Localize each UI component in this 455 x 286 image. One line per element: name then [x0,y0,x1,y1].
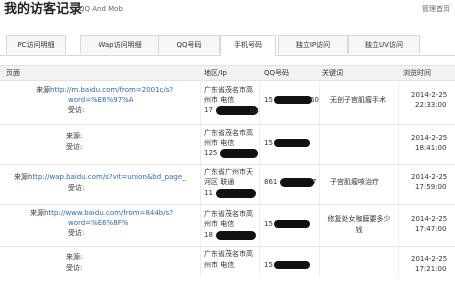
visit-label: 受访: [66,143,83,151]
region-line: 州市 电信 [204,220,235,228]
visit-label: 受访: [68,229,85,237]
page-header: 我的访客记录 QQ And Mob 管理首页 [0,0,455,26]
visit-label: 受访: [68,106,85,114]
qq-prefix: 15 [264,220,273,228]
ip-prefix: 18 [204,231,213,239]
table-row: 来源: 受访: 广东省茂名市高 州市 电信 125 15 2014-2-25 1… [0,124,455,165]
visit-time: 17:59:00 [415,183,447,191]
tab-phone-number[interactable]: 手机号码 [220,35,276,56]
tab-unique-ip[interactable]: 独立IP访问 [278,35,348,54]
ip-prefix: 17 [204,106,213,114]
keyword: 子宫肌瘤咳治疗 [330,178,379,186]
qq-prefix: 861 [264,178,278,186]
col-page: 页面 [6,69,20,77]
redaction-mark [274,261,310,269]
table-row: 来源: http://wap.baidu.com/s?vit=union&bd_… [0,164,455,205]
ip-prefix: 11 [204,189,213,197]
visit-time: 18:41:00 [415,144,447,152]
manage-home-link[interactable]: 管理首页 [422,4,450,14]
redaction-mark [274,220,310,228]
region-line: 州市 电信 [204,261,235,269]
qq-suffix: 60 [310,96,319,104]
table-row: 来源: http://www.baidu.com/from=844b/s? wo… [0,204,455,247]
source-label: 来源: [66,132,83,140]
keyword: 修复处女咖膜要多少钱 [327,215,391,234]
redaction-mark [280,178,314,187]
col-region: 地区/Ip [204,69,227,77]
tab-unique-uv[interactable]: 独立UV访问 [348,35,420,54]
col-time: 浏览时间 [403,69,431,77]
redaction-mark [216,231,256,240]
region-line: 河区 联通 [204,178,235,186]
table-row: 来源: http://m.baidu.com/from=2001c/s? wor… [0,80,455,125]
table-row: 来源: 受访: 广东省茂名市高 州市 电信 15 2014-2-25 17:21… [0,246,455,286]
visit-time: 17:21:00 [415,265,447,273]
qq-prefix: 15 [264,139,273,147]
visit-label: 受访: [66,264,83,272]
redaction-mark [216,189,256,198]
ip-suffix: 03 [250,107,259,115]
tab-bar: PC访问明细 Wap访问明细 QQ号码 手机号码 独立IP访问 独立UV访问 [0,35,455,56]
tab-pc-detail[interactable]: PC访问明细 [6,35,66,54]
page-title: 我的访客记录 [4,2,83,17]
tab-qq-number[interactable]: QQ号码 [158,35,220,54]
ip-prefix: 125 [204,149,218,157]
col-keyword: 关键词 [322,69,343,77]
visit-time: 22:33:00 [415,101,447,109]
redaction-mark [274,139,310,147]
tab-wap-detail[interactable]: Wap访问明细 [80,35,160,54]
col-qq: QQ号码 [264,69,290,77]
source-label: 来源: [66,253,83,261]
source-link[interactable]: http://wap.baidu.com/s?vit=union&bd_page… [28,172,186,183]
qq-prefix: 15 [264,96,273,104]
qq-suffix: 7 [312,178,317,186]
qq-prefix: 15 [264,261,273,269]
keyword: 无创子官肌瘤手术 [330,96,386,104]
table-header: 页面 地区/Ip QQ号码 关键词 浏览时间 [0,65,455,81]
page-subtitle: QQ And Mob [79,5,123,13]
visit-time: 17:47:00 [415,225,447,233]
redaction-mark [274,96,312,104]
visit-label: 受访: [68,184,85,192]
redaction-mark [220,149,258,158]
region-line: 广东省茂名市高 [204,250,253,258]
